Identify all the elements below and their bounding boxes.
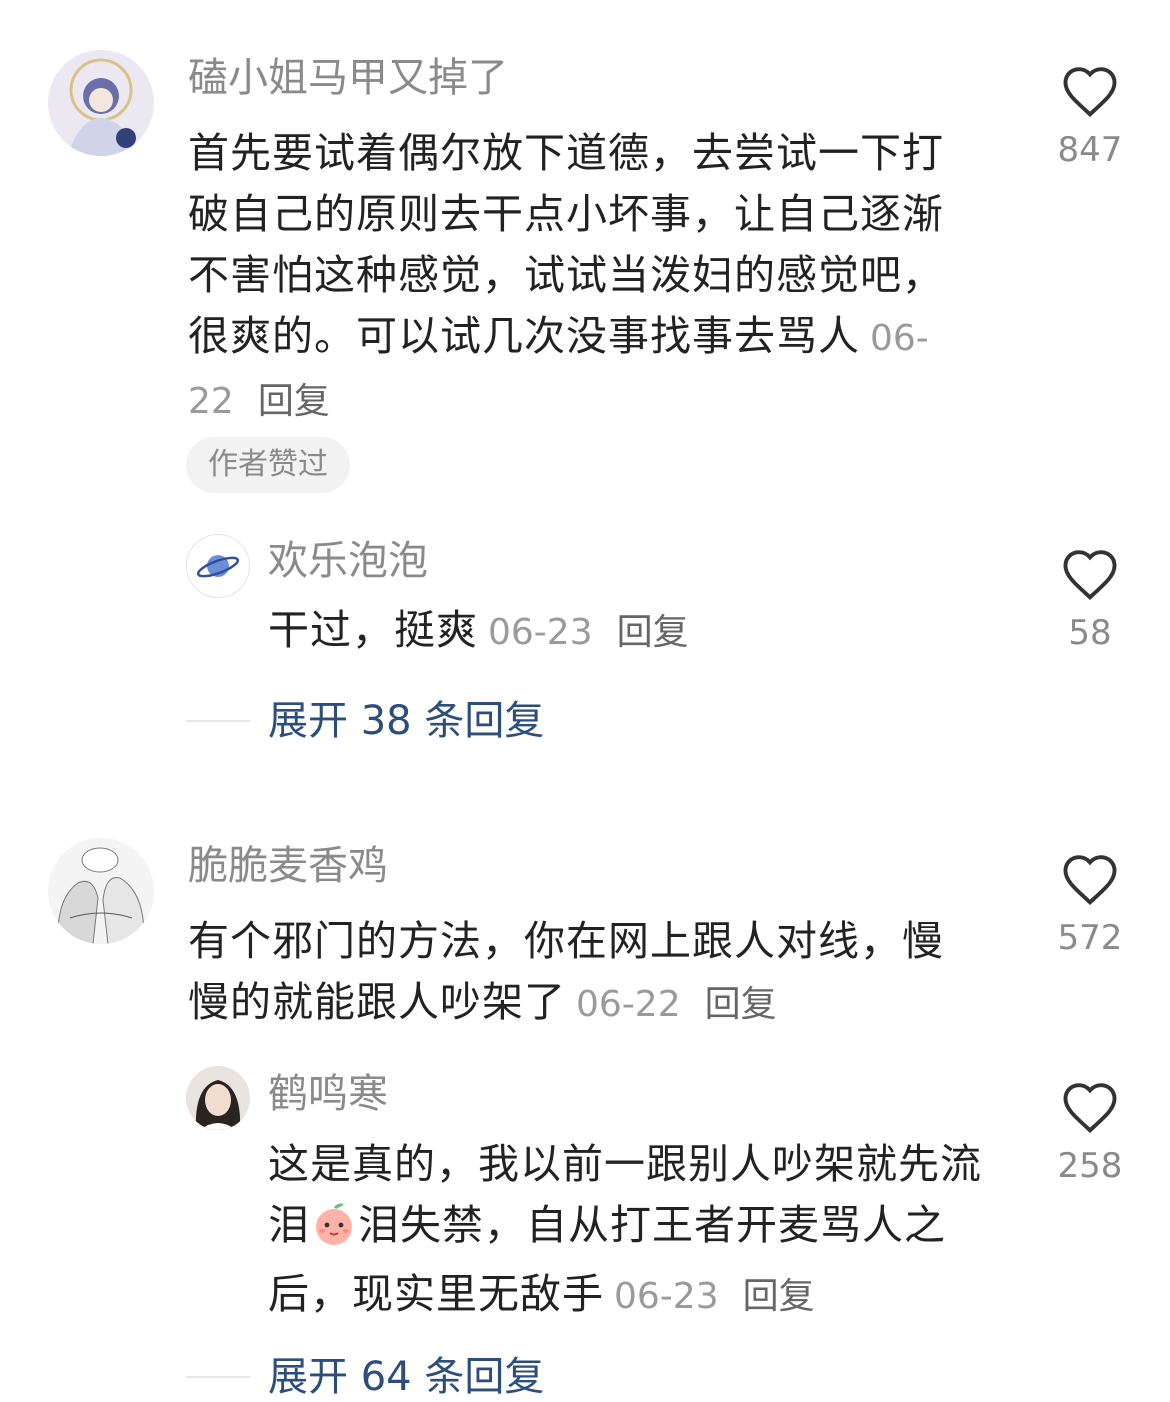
reply-username[interactable]: 鹤鸣寒 xyxy=(268,1070,388,1118)
avatar[interactable] xyxy=(48,50,154,156)
avatar[interactable] xyxy=(48,838,154,944)
reply-text: 这是真的，我以前一跟别人吵架就先流泪 泪失禁，自从打王者开麦骂人之后，现实里无敌手… xyxy=(268,1134,1008,1327)
avatar[interactable] xyxy=(186,1066,250,1130)
reply-date: 06-23 xyxy=(614,1276,719,1317)
comment-text: 有个邪门的方法，你在网上跟人对线，慢慢的就能跟人吵架了 06-22 回复 xyxy=(188,911,968,1035)
reply-button[interactable]: 回复 xyxy=(743,1276,815,1317)
expand-replies-button[interactable]: 展开 64 条回复 xyxy=(268,1353,544,1401)
author-liked-badge: 作者赞过 xyxy=(186,437,350,493)
reply-text: 干过，挺爽 06-23 回复 xyxy=(268,600,988,663)
reply-body: 干过，挺爽 xyxy=(268,606,478,654)
like-count: 847 xyxy=(1057,130,1123,170)
anime-character-avatar-icon xyxy=(48,50,154,156)
girl-photo-avatar-icon xyxy=(186,1066,250,1130)
heart-icon xyxy=(1063,67,1117,117)
like-button[interactable]: 847 xyxy=(1050,64,1130,170)
heart-icon xyxy=(1063,855,1117,905)
divider xyxy=(186,1376,250,1378)
reply-body-end: 泪失禁，自从打王者开麦骂人之后，现实里无敌手 xyxy=(268,1201,946,1318)
expand-replies-button[interactable]: 展开 38 条回复 xyxy=(268,697,544,745)
reply-button[interactable]: 回复 xyxy=(705,984,777,1025)
comment-username[interactable]: 脆脆麦香鸡 xyxy=(188,842,388,890)
comment-body: 首先要试着偶尔放下道德，去尝试一下打破自己的原则去干点小坏事，让自己逐渐不害怕这… xyxy=(188,129,944,360)
like-button[interactable]: 572 xyxy=(1050,852,1130,958)
like-button[interactable]: 258 xyxy=(1050,1080,1130,1186)
reply-username[interactable]: 欢乐泡泡 xyxy=(268,537,428,585)
heart-icon xyxy=(1063,1083,1117,1133)
like-count: 572 xyxy=(1057,918,1123,958)
comment-body: 有个邪门的方法，你在网上跟人对线，慢慢的就能跟人吵架了 xyxy=(188,917,944,1026)
reply-date: 06-23 xyxy=(488,612,593,653)
divider xyxy=(186,720,250,722)
manga-avatar-icon xyxy=(48,838,154,944)
like-button[interactable]: 58 xyxy=(1050,547,1130,653)
reply-button[interactable]: 回复 xyxy=(258,381,330,422)
peach-face-emoji-icon xyxy=(310,1199,358,1264)
comment-text: 首先要试着偶尔放下道德，去尝试一下打破自己的原则去干点小坏事，让自己逐渐不害怕这… xyxy=(188,123,968,432)
comment-username[interactable]: 磕小姐马甲又掉了 xyxy=(188,54,508,102)
avatar[interactable] xyxy=(186,534,250,598)
reply-button[interactable]: 回复 xyxy=(617,612,689,653)
comment-date: 06-22 xyxy=(576,984,681,1025)
like-count: 58 xyxy=(1068,613,1112,653)
heart-icon xyxy=(1063,550,1117,600)
like-count: 258 xyxy=(1057,1146,1123,1186)
planet-avatar-icon xyxy=(196,555,240,578)
